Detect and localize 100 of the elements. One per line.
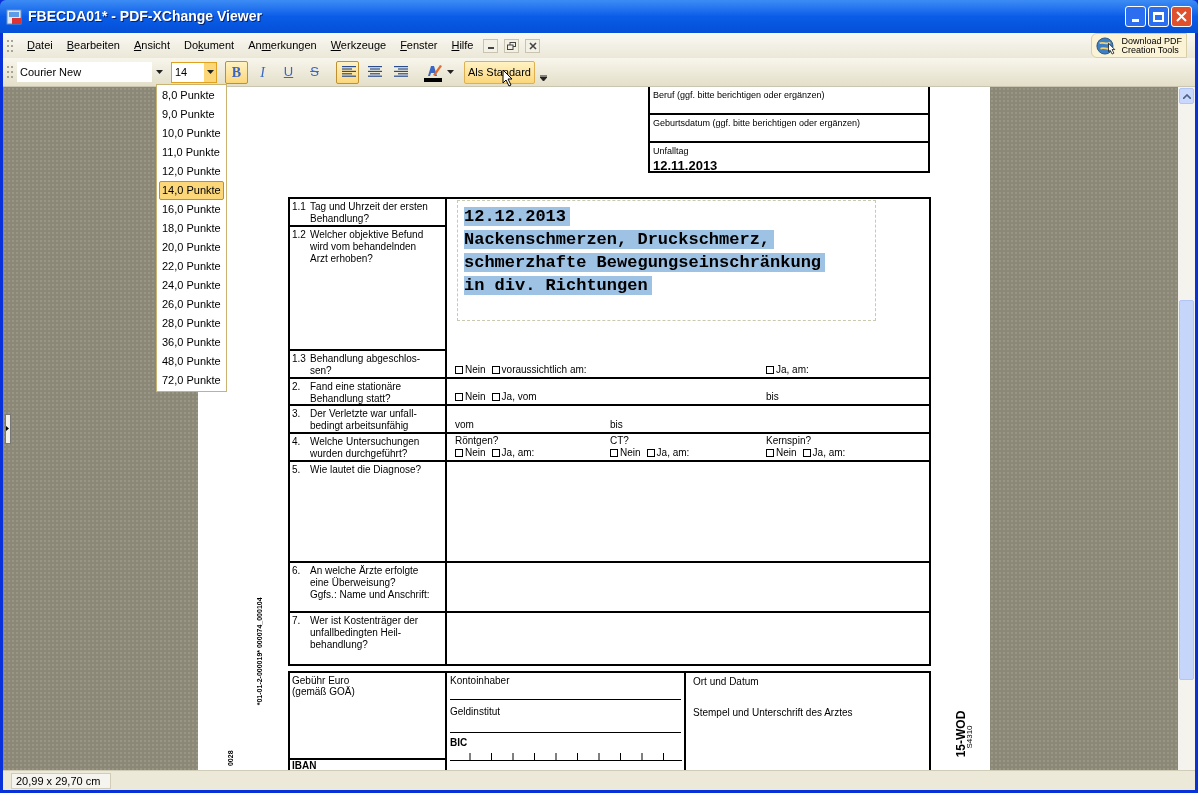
annotation-text[interactable]: 12.12.2013 Nackenschmerzen, Druckschmerz, schmerzhafte Bewegungseinschränkung in div. Richtungen [464, 205, 826, 297]
page-size-status: 20,99 x 29,70 cm [11, 772, 111, 789]
dropdown-option[interactable]: 12,0 Punkte [159, 162, 224, 181]
dropdown-option[interactable]: 8,0 Punkte [159, 86, 224, 105]
answer-heading: CT? [610, 435, 630, 447]
menu-item[interactable]: Datei [21, 35, 59, 56]
answer-label: bis [610, 419, 623, 431]
form-code: S4310 [964, 725, 975, 749]
question-text: Wie lautet die Diagnose? [310, 464, 422, 477]
dropdown-option[interactable]: 26,0 Punkte [159, 295, 224, 314]
download-button[interactable]: Download PDF Creation Tools [1091, 33, 1187, 58]
italic-button[interactable]: I [251, 60, 274, 84]
checkbox[interactable] [455, 449, 463, 457]
dropdown-option[interactable]: 20,0 Punkte [159, 238, 224, 257]
grip-icon [7, 39, 13, 52]
checkbox[interactable] [455, 366, 463, 374]
field-label: Geburtsdatum (ggf. bitte berichtigen oder ergänzen) [653, 117, 862, 130]
checkbox-label: Ja, am: [656, 447, 690, 459]
answer-heading: Kernspin? [766, 435, 813, 447]
dropdown-option[interactable]: 11,0 Punkte [159, 143, 224, 162]
dropdown-option[interactable]: 16,0 Punkte [159, 200, 224, 219]
question-number: 1.1 [292, 201, 307, 214]
dropdown-option[interactable]: 24,0 Punkte [159, 276, 224, 295]
overflow-chevron-icon[interactable] [540, 75, 547, 81]
pen-color-icon [423, 62, 443, 82]
dropdown-option[interactable]: 10,0 Punkte [159, 124, 224, 143]
menu-item[interactable]: Anmerkungen [242, 35, 323, 56]
question-number: 2. [292, 381, 302, 394]
checkbox[interactable] [766, 449, 774, 457]
align-left-icon [339, 66, 356, 78]
checkbox[interactable] [646, 449, 655, 457]
checkbox[interactable] [610, 449, 618, 457]
question-text: Welcher objektive Befund wird vom behandelnden Arzt erhoben? [310, 229, 424, 266]
checkbox-label: Nein [465, 364, 486, 376]
mdi-close-button[interactable] [525, 38, 541, 53]
close-button[interactable] [1171, 6, 1192, 27]
underline-button[interactable]: U [277, 60, 300, 84]
question-text: Behandlung abgeschlos- sen? [310, 353, 421, 377]
menu-item[interactable]: Ansicht [127, 35, 176, 56]
field-label: Gebühr Euro (gemäß GOÄ) [291, 674, 356, 699]
scroll-up-button[interactable] [1179, 88, 1194, 104]
checkbox[interactable] [491, 449, 500, 457]
checkbox-label: Ja, am: [501, 447, 535, 459]
expand-arrow-icon [6, 426, 9, 431]
dropdown-arrow-icon[interactable] [156, 70, 163, 74]
menu-item[interactable]: Hilfe [445, 35, 480, 56]
scroll-thumb[interactable] [1179, 300, 1194, 680]
checkbox[interactable] [802, 449, 811, 457]
globe-cursor-icon [1096, 34, 1118, 57]
question-text: Wer ist Kostenträger der unfallbedingten Heil- behandlung? [310, 615, 419, 652]
question-text: Welche Untersuchungen wurden durchgeführt? [310, 436, 420, 460]
field-value: 12.11.2013 [653, 158, 719, 173]
dropdown-option[interactable]: 9,0 Punkte [159, 105, 224, 124]
size-combobox[interactable]: 14 [171, 61, 217, 83]
checkbox-label: voraussichtlich am: [501, 364, 587, 376]
vertical-scrollbar[interactable] [1178, 87, 1195, 770]
field-label: Beruf (ggf. bitte berichtigen oder ergänzen) [653, 89, 826, 102]
strike-button[interactable]: S [303, 60, 326, 84]
align-center-icon [365, 66, 382, 78]
bold-button[interactable]: B [225, 60, 248, 84]
question-number: 5. [292, 464, 302, 477]
field-label: Stempel und Unterschrift des Arztes [693, 707, 854, 718]
checkbox[interactable] [455, 393, 463, 401]
font-combobox[interactable]: Courier New [17, 62, 152, 82]
mdi-minimize-button[interactable] [483, 38, 499, 53]
menu-item[interactable]: Bearbeiten [60, 35, 126, 56]
checkbox[interactable] [766, 366, 774, 374]
default-button[interactable]: Als Standard [464, 60, 535, 84]
field-label: Geldinstitut [450, 706, 502, 717]
question-text: Der Verletzte war unfall- bedingt arbeitsunfähig [310, 408, 417, 432]
checkbox-label: Nein [620, 447, 641, 459]
grip-icon [7, 66, 13, 78]
dropdown-option[interactable]: 18,0 Punkte [159, 219, 224, 238]
align-left-button[interactable] [336, 60, 359, 84]
close-icon [1176, 11, 1187, 22]
question-text: Fand eine stationäre Behandlung statt? [310, 381, 402, 404]
dropdown-option[interactable]: 36,0 Punkte [159, 333, 224, 352]
question-number: 1.3 [292, 353, 307, 366]
dropdown-option[interactable]: 22,0 Punkte [159, 257, 224, 276]
dropdown-option[interactable]: 28,0 Punkte [159, 314, 224, 333]
checkbox-label: Nein [465, 391, 486, 403]
panel-toggle-tab[interactable] [5, 413, 11, 444]
question-number: 3. [292, 408, 302, 421]
checkbox[interactable] [491, 366, 500, 374]
minimize-button[interactable] [1125, 6, 1146, 27]
mdi-restore-button[interactable] [504, 38, 520, 53]
checkbox-label: Ja, am: [812, 447, 846, 459]
checkbox[interactable] [491, 393, 500, 401]
dropdown-option[interactable]: 48,0 Punkte [159, 352, 224, 371]
menu-item[interactable]: Dokument [178, 35, 241, 56]
field-label: Kontoinhaber [450, 675, 511, 686]
dropdown-option[interactable]: 14,0 Punkte [159, 181, 224, 200]
dropdown-option[interactable]: 72,0 Punkte [159, 371, 224, 390]
maximize-button[interactable] [1148, 6, 1169, 27]
annotation-box[interactable]: 12.12.2013 Nackenschmerzen, Druckschmerz, schmerzhafte Bewegungseinschränkung in div. Richtungen [457, 200, 876, 321]
app-icon [6, 8, 22, 25]
menu-item[interactable]: Fenster [394, 35, 444, 56]
checkbox-label: Ja, vom [501, 391, 537, 403]
menu-item[interactable]: Werkzeuge [324, 35, 393, 56]
question-number: 1.2 [292, 229, 307, 242]
